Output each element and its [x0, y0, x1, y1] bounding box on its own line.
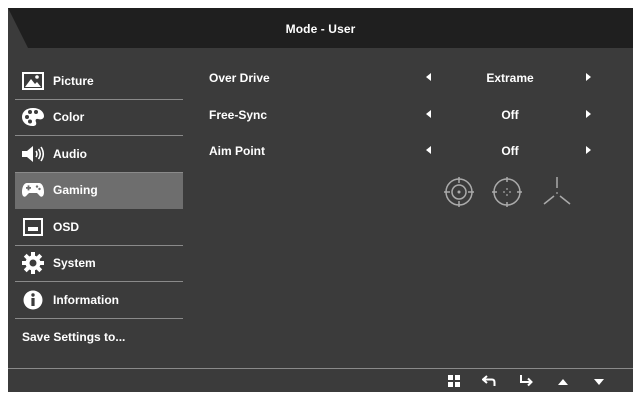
picture-icon — [21, 69, 45, 93]
left-arrow-icon[interactable] — [426, 73, 431, 81]
enter-icon[interactable] — [519, 374, 533, 388]
setting-value: Off — [501, 107, 519, 122]
sidebar-item-label: System — [53, 256, 96, 271]
right-arrow-icon[interactable] — [586, 73, 591, 81]
setting-row-over-drive[interactable]: Over Drive Extrame — [209, 71, 609, 108]
sidebar-item-label: Information — [53, 292, 119, 307]
osd-window: Mode - User Picture Color Audio Gaming O… — [8, 8, 633, 392]
right-arrow-icon[interactable] — [586, 109, 591, 118]
sidebar-item-label: Gaming — [53, 183, 98, 198]
sidebar-item-label: Audio — [53, 146, 87, 161]
setting-label: Free-Sync — [209, 107, 268, 122]
title-bar: Mode - User — [8, 8, 633, 48]
menu-grid-icon[interactable] — [448, 374, 460, 388]
sidebar-item-label: Color — [53, 110, 85, 125]
info-icon — [21, 288, 45, 312]
settings-panel: Over Drive Extrame Free-Sync Off Aim Poi… — [209, 71, 609, 181]
gamepad-icon — [21, 178, 45, 202]
back-icon[interactable] — [481, 374, 496, 388]
sidebar-item-audio[interactable]: Audio — [15, 136, 183, 173]
gear-icon — [21, 251, 45, 275]
setting-label: Over Drive — [209, 71, 270, 85]
crosshair-tri-lines-icon[interactable] — [540, 177, 574, 216]
footer-divider — [8, 368, 633, 369]
sidebar-item-system[interactable]: System — [15, 246, 183, 282]
sidebar-item-color[interactable]: Color — [15, 100, 183, 136]
sidebar-item-information[interactable]: Information — [15, 282, 183, 319]
save-settings-button[interactable]: Save Settings to... — [15, 319, 183, 356]
up-arrow-icon[interactable] — [557, 374, 569, 388]
osd-icon — [21, 215, 45, 239]
save-settings-label: Save Settings to... — [22, 329, 126, 344]
setting-value: Off — [501, 144, 519, 158]
page-title: Mode - User — [285, 22, 356, 36]
setting-label: Aim Point — [209, 144, 265, 158]
left-arrow-icon[interactable] — [426, 109, 431, 118]
sidebar-item-gaming[interactable]: Gaming — [15, 172, 183, 209]
speaker-icon — [21, 142, 45, 166]
down-arrow-icon[interactable] — [593, 374, 605, 388]
sidebar: Picture Color Audio Gaming OSD System In… — [15, 63, 183, 355]
setting-value: Extrame — [486, 71, 534, 85]
sidebar-item-osd[interactable]: OSD — [15, 209, 183, 246]
sidebar-item-picture[interactable]: Picture — [15, 63, 183, 100]
crosshair-circle-icon[interactable] — [444, 177, 474, 212]
sidebar-item-label: Picture — [53, 73, 94, 88]
left-arrow-icon[interactable] — [426, 146, 431, 154]
setting-row-aim-point[interactable]: Aim Point Off — [209, 144, 609, 181]
setting-row-free-sync[interactable]: Free-Sync Off — [209, 108, 609, 145]
palette-icon — [21, 105, 45, 129]
right-arrow-icon[interactable] — [586, 146, 591, 154]
crosshair-dotted-circle-icon[interactable] — [492, 177, 522, 212]
sidebar-item-label: OSD — [53, 219, 80, 234]
